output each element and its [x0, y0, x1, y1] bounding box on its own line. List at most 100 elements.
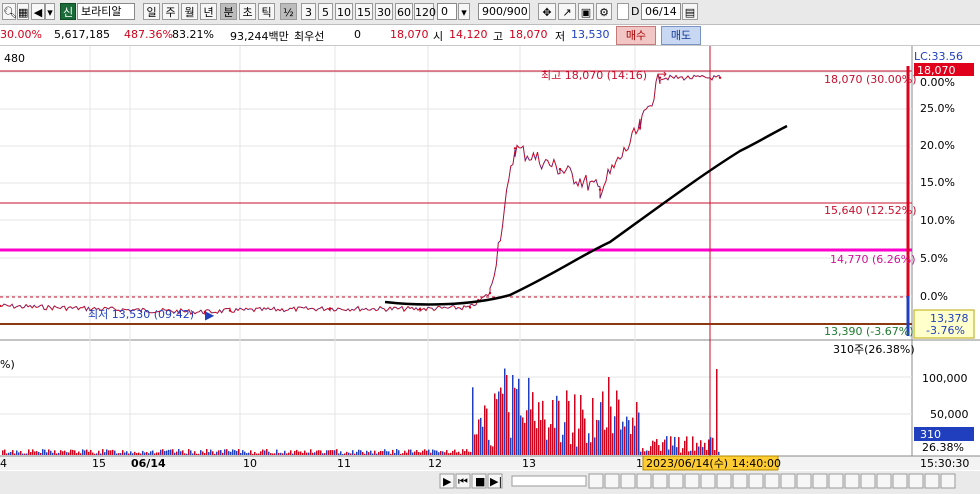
nav-tool-16-button[interactable]	[876, 473, 892, 489]
period-week-button[interactable]: 주	[162, 3, 179, 20]
interval-15-button[interactable]: 15	[355, 3, 373, 20]
nav-tool-1-button[interactable]	[636, 473, 652, 489]
nav-tool-7-button[interactable]	[732, 473, 748, 489]
volume-bar	[564, 422, 566, 455]
period-day-button[interactable]: 일	[143, 3, 160, 20]
volume-bar	[704, 442, 706, 455]
volume-bar	[536, 428, 538, 455]
nav-tool-6-button[interactable]	[716, 473, 732, 489]
buy-button[interactable]: 매수	[616, 26, 656, 45]
date-input[interactable]: 06/14	[641, 3, 681, 20]
nav-tool-10-button[interactable]	[780, 473, 796, 489]
interval-120-button[interactable]: 120	[414, 3, 436, 20]
interval-60-button[interactable]: 60	[395, 3, 413, 20]
volume-bar	[404, 450, 406, 455]
period-month-button[interactable]: 월	[181, 3, 198, 20]
volume-bar	[16, 450, 18, 455]
interval-3-button[interactable]: 3	[301, 3, 316, 20]
trend-tool-icon[interactable]: ↗	[558, 3, 576, 20]
period-year-button[interactable]: 년	[200, 3, 217, 20]
count-input[interactable]: 900/900	[478, 3, 530, 20]
volume-bar	[46, 452, 48, 455]
date-checkbox[interactable]	[617, 3, 629, 20]
nav-tool-12-button[interactable]	[812, 473, 828, 489]
chart-canvas[interactable]: 최고 18,070 (14:16) → 최저 13,530 (09:42) ▶ …	[0, 46, 980, 494]
volume-bar	[134, 451, 136, 455]
priority-label: 최우선	[294, 30, 325, 43]
nav-tool-4-button[interactable]	[684, 473, 700, 489]
clock-label: 15:30:30	[920, 457, 969, 470]
volume-bar	[482, 426, 484, 455]
volume-bar	[168, 449, 170, 455]
volume-bar	[626, 416, 628, 455]
volume-bar	[408, 449, 410, 455]
volume-bar	[390, 453, 392, 455]
sell-button[interactable]: 매도	[661, 26, 701, 45]
volume-bar	[36, 451, 38, 455]
current-price: 18,070	[390, 28, 429, 41]
volume-bar	[398, 450, 400, 455]
search-icon[interactable]: 🔍︎	[2, 3, 17, 20]
nav-tool-17-button[interactable]	[892, 473, 908, 489]
volume-bar	[118, 453, 120, 455]
calendar-icon[interactable]: ▤	[682, 3, 698, 20]
period-tick-button[interactable]: 틱	[258, 3, 275, 20]
interval-10-button[interactable]: 10	[335, 3, 353, 20]
chevron-down-icon[interactable]: ▾	[458, 3, 470, 20]
nav-tool-13-button[interactable]	[828, 473, 844, 489]
calculator-icon[interactable]: ▦	[17, 3, 29, 20]
period-minute-button[interactable]: 분	[220, 3, 237, 20]
interval-5-button[interactable]: 5	[318, 3, 333, 20]
interval-input[interactable]: 0	[437, 3, 457, 20]
nav-tool-2-button[interactable]	[652, 473, 668, 489]
nav-tool-3-button[interactable]	[668, 473, 684, 489]
volume-bar	[212, 451, 214, 455]
nav-zoom-in-button[interactable]	[620, 473, 636, 489]
volume-bar	[476, 434, 478, 455]
nav-tool-11-button[interactable]	[796, 473, 812, 489]
save-icon[interactable]: ▣	[578, 3, 594, 20]
volume-bar	[206, 449, 208, 455]
volume-bar	[678, 437, 680, 455]
nav-tool-14-button[interactable]	[844, 473, 860, 489]
nav-lock-button[interactable]	[588, 473, 604, 489]
stock-name-field[interactable]: 보라티알	[77, 3, 135, 20]
scroll-slider[interactable]	[511, 475, 587, 487]
volume-bar	[218, 450, 220, 455]
volume-bar	[426, 450, 428, 455]
dropdown-arrow-icon[interactable]: ▾	[45, 3, 55, 20]
settings-gear-icon[interactable]: ⚙	[596, 3, 612, 20]
period-second-button[interactable]: 초	[239, 3, 256, 20]
volume-bar	[276, 449, 278, 455]
nav-tool-5-button[interactable]	[700, 473, 716, 489]
volume-pane	[0, 343, 912, 456]
volume-bar	[636, 402, 638, 455]
interval-half-button[interactable]: ½	[280, 3, 297, 20]
volume-bar	[708, 439, 710, 455]
volume-bar	[120, 453, 122, 455]
volume-bar	[108, 450, 110, 455]
volume-bar	[316, 450, 318, 455]
nav-tool-15-button[interactable]	[860, 473, 876, 489]
nav-zoom-out-button[interactable]	[604, 473, 620, 489]
volume-bar	[532, 392, 534, 455]
high-value: 18,070	[509, 28, 548, 41]
volume-bar	[228, 451, 230, 455]
volume-bar	[10, 451, 12, 455]
y-tick-0: 0.00%	[920, 76, 955, 89]
volume-bar	[574, 394, 576, 455]
speaker-icon[interactable]: ◀	[31, 3, 45, 20]
volume-bar	[710, 437, 712, 455]
volume-bar	[690, 450, 692, 455]
interval-30-button[interactable]: 30	[375, 3, 393, 20]
nav-tool-8-button[interactable]	[748, 473, 764, 489]
nav-tool-18-button[interactable]	[908, 473, 924, 489]
volume-bar	[264, 450, 266, 455]
volume-bar	[588, 433, 590, 455]
nav-tool-9-button[interactable]	[764, 473, 780, 489]
nav-tool-19-button[interactable]	[924, 473, 940, 489]
nav-tool-20-button[interactable]	[940, 473, 956, 489]
volume-bar	[572, 432, 574, 455]
volume-bar	[498, 391, 500, 455]
crosshair-tool-icon[interactable]: ✥	[538, 3, 556, 20]
